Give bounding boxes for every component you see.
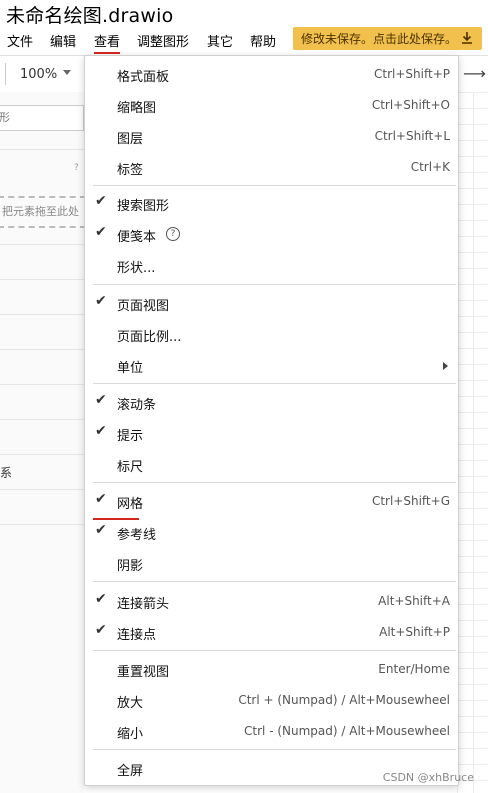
menu-item-shadow[interactable]: 阴影 (85, 548, 458, 578)
check-icon: ✔ (95, 392, 107, 408)
check-icon: ✔ (95, 622, 107, 638)
sidebar-divider (0, 314, 84, 315)
menu-item-tooltips[interactable]: ✔ 提示 (85, 418, 458, 448)
menu-help[interactable]: 帮助 (250, 31, 276, 50)
menu-item-page-view[interactable]: ✔ 页面视图 (85, 288, 458, 318)
menu-extras[interactable]: 其它 (207, 31, 233, 50)
chevron-down-icon[interactable] (63, 70, 71, 75)
menu-item-scratchpad[interactable]: ✔ 便笺本 ? (85, 219, 458, 249)
sidebar-divider (0, 489, 84, 490)
menu-separator (93, 749, 456, 750)
menu-item-zoom-in[interactable]: 放大 Ctrl + (Numpad) / Alt+Mousewheel (85, 685, 458, 715)
scratchpad-drop-zone[interactable]: 把元素拖至此处 (0, 196, 86, 228)
check-icon: ✔ (95, 522, 107, 538)
sidebar-divider (0, 349, 84, 350)
view-menu-dropdown: 格式面板 Ctrl+Shift+P 缩略图 Ctrl+Shift+O 图层 Ct… (84, 55, 459, 786)
check-icon: ✔ (95, 591, 107, 607)
sidebar-divider (0, 524, 84, 525)
sidebar-divider (0, 454, 84, 455)
sidebar-divider (0, 419, 84, 420)
menu-arrange[interactable]: 调整图形 (137, 31, 189, 50)
check-icon: ✔ (95, 423, 107, 439)
drop-hint: 把元素拖至此处 (2, 205, 79, 218)
chevron-right-icon (443, 362, 448, 370)
sidebar-divider (0, 384, 84, 385)
download-icon (460, 31, 474, 48)
menu-item-connection-points[interactable]: ✔ 连接点 Alt+Shift+P (85, 617, 458, 647)
menu-item-grid[interactable]: ✔ 网格 Ctrl+Shift+G (85, 486, 458, 516)
sidebar-divider (0, 149, 84, 150)
menu-file[interactable]: 文件 (7, 31, 33, 50)
menu-item-page-scale[interactable]: 页面比例... (85, 319, 458, 349)
save-banner-text: 修改未保存。点击此处保存。 (301, 32, 458, 46)
check-icon: ✔ (95, 293, 107, 309)
menu-item-connection-arrows[interactable]: ✔ 连接箭头 Alt+Shift+A (85, 586, 458, 616)
zoom-level[interactable]: 100% (20, 67, 57, 82)
menu-item-outline[interactable]: 缩略图 Ctrl+Shift+O (85, 90, 458, 120)
menu-item-guides[interactable]: ✔ 参考线 (85, 517, 458, 547)
menu-item-scrollbars[interactable]: ✔ 滚动条 (85, 387, 458, 417)
menu-separator (93, 185, 456, 186)
check-icon: ✔ (95, 193, 107, 209)
menu-item-zoom-out[interactable]: 缩小 Ctrl - (Numpad) / Alt+Mousewheel (85, 716, 458, 746)
menu-item-ruler[interactable]: 标尺 (85, 449, 458, 479)
shapes-sidebar: 形 ? 把元素拖至此处 系 (0, 92, 86, 793)
connector-arrow-icon[interactable]: ⟶ (463, 64, 486, 83)
check-icon: ✔ (95, 491, 107, 507)
menu-edit[interactable]: 编辑 (50, 31, 76, 50)
menu-separator (93, 383, 456, 384)
menu-item-units[interactable]: 单位 (85, 350, 458, 380)
menu-separator (93, 581, 456, 582)
menu-separator (93, 650, 456, 651)
sidebar-divider (0, 279, 84, 280)
menu-separator (93, 284, 456, 285)
menu-item-shapes[interactable]: 形状... (85, 250, 458, 280)
menu-item-layers[interactable]: 图层 Ctrl+Shift+L (85, 121, 458, 151)
window-title: 未命名绘图.drawio (6, 5, 174, 27)
sidebar-section-text: 系 (0, 466, 13, 480)
menu-item-tags[interactable]: 标签 Ctrl+K (85, 152, 458, 182)
help-circle-icon[interactable]: ? (166, 227, 180, 241)
menu-item-reset-view[interactable]: 重置视图 Enter/Home (85, 654, 458, 684)
help-icon[interactable]: ? (74, 163, 79, 173)
menu-separator (93, 482, 456, 483)
check-icon: ✔ (95, 224, 107, 240)
unsaved-changes-banner[interactable]: 修改未保存。点击此处保存。 (293, 27, 482, 50)
watermark: CSDN @xhBruce (382, 771, 474, 784)
menu-view[interactable]: 查看 (94, 31, 121, 54)
shape-search-input[interactable]: 形 (0, 105, 84, 131)
toolbar-divider (5, 63, 6, 85)
diagram-canvas[interactable] (457, 92, 488, 793)
sidebar-divider (0, 244, 84, 245)
menu-item-format-panel[interactable]: 格式面板 Ctrl+Shift+P (85, 59, 458, 89)
menu-item-search-shapes[interactable]: ✔ 搜索图形 (85, 188, 458, 218)
